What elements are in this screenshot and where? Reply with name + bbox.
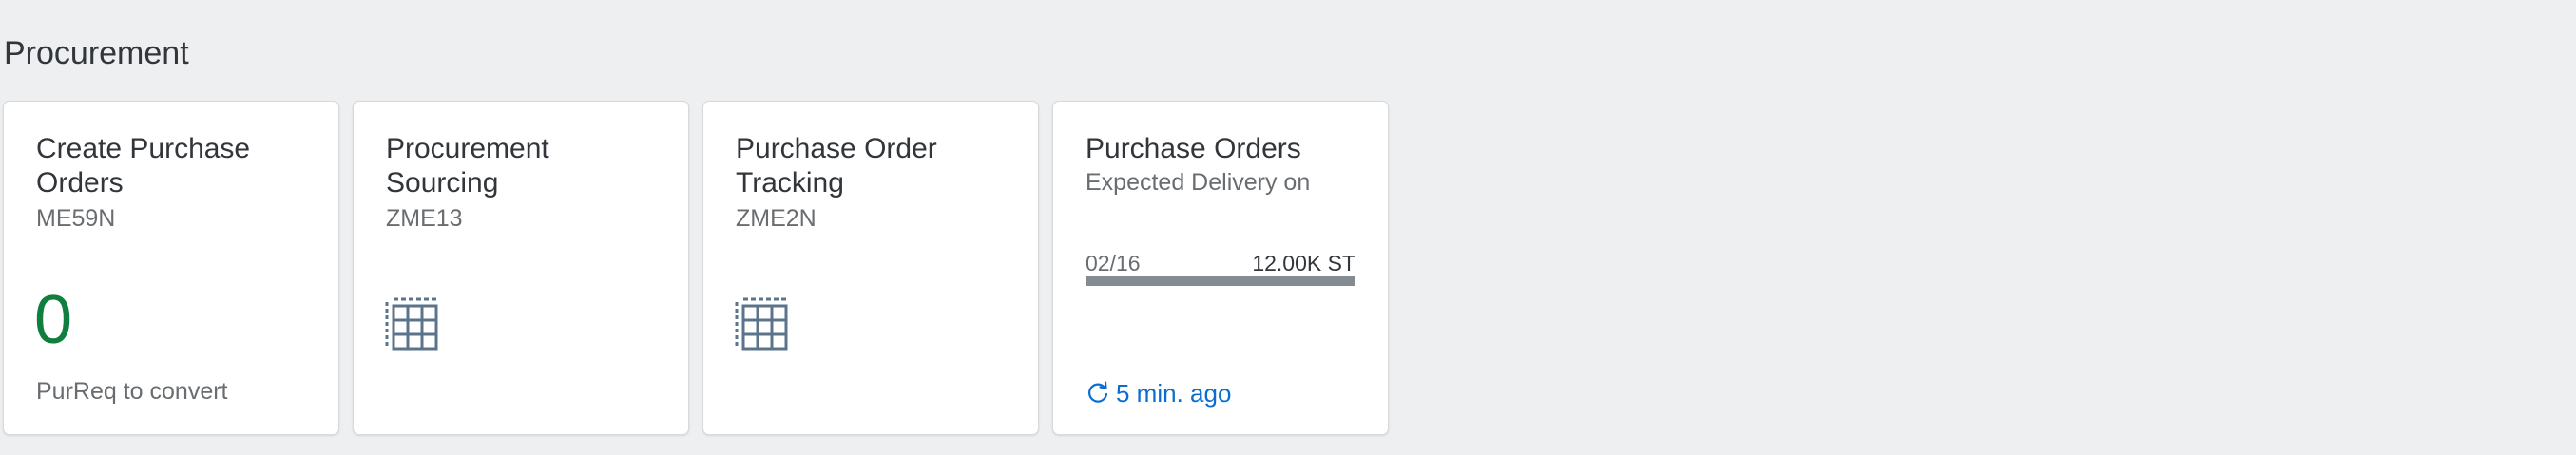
comparison-bar-track	[1086, 276, 1355, 286]
kpi-value: 0	[34, 282, 73, 358]
tile-purchase-order-tracking[interactable]: Purchase Order Tracking ZME2N	[702, 101, 1039, 435]
table-grid-icon	[735, 297, 788, 351]
refresh-time-label: 5 min. ago	[1116, 379, 1232, 408]
tile-purchase-orders[interactable]: Purchase Orders Expected Delivery on 02/…	[1052, 101, 1389, 435]
bar-labels: 02/16 12.00K ST	[1086, 250, 1355, 276]
tile-subtitle: Expected Delivery on	[1086, 169, 1311, 196]
tile-title: Purchase Order Tracking	[736, 133, 937, 199]
tile-subtitle: ZME13	[386, 205, 463, 232]
tile-procurement-sourcing[interactable]: Procurement Sourcing ZME13	[353, 101, 689, 435]
refresh-link[interactable]: 5 min. ago	[1086, 379, 1231, 408]
tile-subtitle: ZME2N	[736, 205, 817, 232]
tile-title: Procurement Sourcing	[386, 133, 549, 199]
tile-container: Create Purchase Orders ME59N 0 PurReq to…	[3, 101, 1389, 435]
tile-title: Create Purchase Orders	[36, 133, 251, 199]
tile-footer: PurReq to convert	[36, 378, 228, 405]
tile-create-purchase-orders[interactable]: Create Purchase Orders ME59N 0 PurReq to…	[3, 101, 339, 435]
bar-value-label: 12.00K ST	[1252, 251, 1355, 275]
tile-subtitle: ME59N	[36, 205, 116, 232]
refresh-icon	[1088, 381, 1108, 403]
table-grid-icon	[385, 297, 438, 351]
comparison-bar-fill	[1086, 276, 1355, 286]
group-title: Procurement	[4, 35, 189, 71]
tile-title: Purchase Orders	[1086, 133, 1301, 164]
bar-date-label: 02/16	[1086, 251, 1141, 275]
